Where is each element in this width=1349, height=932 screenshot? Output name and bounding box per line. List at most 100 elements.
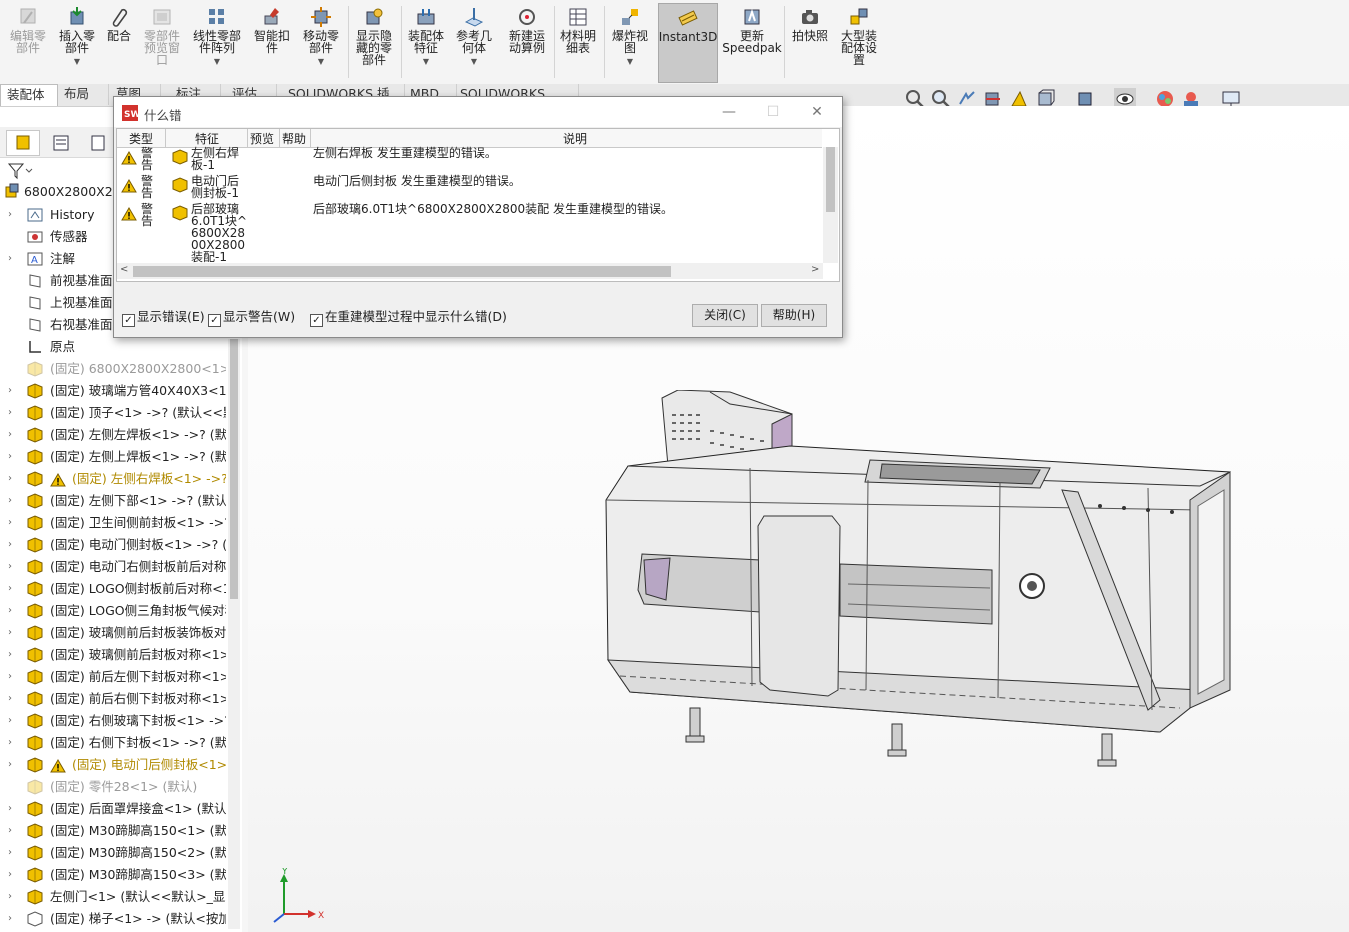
- expand-arrow-icon[interactable]: ›: [8, 842, 18, 864]
- column-divider[interactable]: [279, 129, 280, 147]
- edit-component-button[interactable]: 编辑零 部件: [6, 6, 50, 80]
- scrollbar-thumb[interactable]: [230, 339, 238, 599]
- chevron-down-icon[interactable]: ▼: [423, 56, 429, 68]
- close-button[interactable]: 关闭(C): [692, 304, 758, 327]
- tree-item[interactable]: › (固定) 顶子<1> ->? (默认<<默认: [0, 402, 226, 424]
- tree-scrollbar[interactable]: [228, 339, 240, 929]
- expand-arrow-icon[interactable]: ›: [8, 380, 18, 402]
- scroll-right-icon[interactable]: >: [811, 264, 819, 275]
- exploded-view-button[interactable]: 爆炸视 图 ▼: [606, 6, 654, 80]
- column-type[interactable]: 类型: [129, 130, 153, 147]
- show-hidden-components-button[interactable]: 显示隐 藏的零 部件: [351, 6, 397, 80]
- tree-item[interactable]: › (固定) 玻璃端方管40X40X3<1>: [0, 380, 226, 402]
- mate-button[interactable]: 配合: [102, 6, 136, 80]
- tree-item[interactable]: › (固定) 电动门侧封板<1> ->? (默: [0, 534, 226, 556]
- instant3d-button[interactable]: Instant3D: [658, 3, 718, 83]
- expand-arrow-icon[interactable]: ›: [8, 666, 18, 688]
- tree-item[interactable]: › (固定) 后面罩焊接盒<1> (默认<: [0, 798, 226, 820]
- expand-arrow-icon[interactable]: ›: [8, 754, 18, 776]
- update-speedpak-button[interactable]: 更新 Speedpak: [722, 6, 782, 80]
- expand-arrow-icon[interactable]: ›: [8, 710, 18, 732]
- expand-arrow-icon[interactable]: ›: [8, 556, 18, 578]
- tree-item[interactable]: › (固定) 玻璃侧前后封板装饰板对称: [0, 622, 226, 644]
- bom-button[interactable]: 材料明 细表: [556, 6, 600, 80]
- expand-arrow-icon[interactable]: ›: [8, 248, 18, 270]
- snapshot-button[interactable]: 拍快照: [787, 6, 833, 80]
- show-warnings-checkbox[interactable]: ✓ 显示警告(W): [208, 309, 295, 327]
- tree-item[interactable]: › (固定) 左侧右焊板<1> ->?: [0, 468, 226, 490]
- tree-item[interactable]: › (固定) 玻璃侧前后封板对称<1>: [0, 644, 226, 666]
- error-list-hscroll[interactable]: < >: [117, 263, 823, 279]
- expand-arrow-icon[interactable]: ›: [8, 798, 18, 820]
- expand-arrow-icon[interactable]: ›: [8, 512, 18, 534]
- tree-item[interactable]: (固定) 6800X2800X2800<1> (默: [0, 358, 226, 380]
- filter-icon[interactable]: [6, 161, 34, 181]
- expand-arrow-icon[interactable]: ›: [8, 600, 18, 622]
- column-divider[interactable]: [247, 129, 248, 147]
- tree-item[interactable]: › (固定) 左侧下部<1> ->? (默认<: [0, 490, 226, 512]
- column-divider[interactable]: [165, 129, 166, 147]
- tree-item[interactable]: › (固定) M30蹄脚高150<1> (默认: [0, 820, 226, 842]
- tab-assembly[interactable]: 装配体: [0, 84, 58, 106]
- expand-arrow-icon[interactable]: ›: [8, 468, 18, 490]
- move-component-button[interactable]: 移动零 部件 ▼: [298, 6, 344, 80]
- tree-item[interactable]: (固定) 零件28<1> (默认): [0, 776, 226, 798]
- column-divider[interactable]: [310, 129, 311, 147]
- insert-component-button[interactable]: 插入零 部件 ▼: [54, 6, 100, 80]
- chevron-down-icon[interactable]: ▼: [74, 56, 80, 68]
- show-errors-checkbox[interactable]: ✓ 显示错误(E): [122, 309, 205, 327]
- column-help[interactable]: 帮助: [282, 130, 306, 147]
- tree-item[interactable]: › (固定) 卫生间侧前封板<1> ->?: [0, 512, 226, 534]
- tree-item[interactable]: › 左侧门<1> (默认<<默认>_显示: [0, 886, 226, 908]
- tree-item[interactable]: › (固定) 右侧玻璃下封板<1> ->?: [0, 710, 226, 732]
- tree-item[interactable]: 原点: [0, 336, 226, 358]
- expand-arrow-icon[interactable]: ›: [8, 908, 18, 930]
- tree-item[interactable]: › (固定) 电动门右侧封板前后对称<: [0, 556, 226, 578]
- cabin-model[interactable]: [600, 390, 1240, 770]
- chevron-down-icon[interactable]: ▼: [214, 56, 220, 68]
- tree-item[interactable]: › (固定) 左侧上焊板<1> ->? (默认: [0, 446, 226, 468]
- tree-item[interactable]: › (固定) 左侧左焊板<1> ->? (默认: [0, 424, 226, 446]
- new-motion-study-button[interactable]: 新建运 动算例: [502, 6, 552, 80]
- close-icon[interactable]: ✕: [802, 102, 832, 122]
- expand-arrow-icon[interactable]: ›: [8, 490, 18, 512]
- tree-item[interactable]: › (固定) 电动门后侧封板<1>: [0, 754, 226, 776]
- scroll-left-icon[interactable]: <: [120, 264, 128, 275]
- expand-arrow-icon[interactable]: ›: [8, 622, 18, 644]
- scrollbar-thumb[interactable]: [826, 147, 835, 212]
- expand-arrow-icon[interactable]: ›: [8, 402, 18, 424]
- component-preview-button[interactable]: 零部件 预览窗 口: [138, 6, 186, 80]
- tree-item[interactable]: › (固定) LOGO侧三角封板气候对称: [0, 600, 226, 622]
- expand-arrow-icon[interactable]: ›: [8, 820, 18, 842]
- linear-pattern-button[interactable]: 线性零部 件阵列 ▼: [190, 6, 244, 80]
- column-feature[interactable]: 特征: [195, 130, 219, 147]
- tree-item[interactable]: › (固定) M30蹄脚高150<2> (默认: [0, 842, 226, 864]
- featuremanager-tab-icon[interactable]: [6, 130, 40, 156]
- expand-arrow-icon[interactable]: ›: [8, 578, 18, 600]
- expand-arrow-icon[interactable]: ›: [8, 204, 18, 226]
- tab-layout[interactable]: 布局: [58, 84, 109, 105]
- expand-arrow-icon[interactable]: ›: [8, 688, 18, 710]
- chevron-down-icon[interactable]: ▼: [627, 56, 633, 68]
- column-preview[interactable]: 预览: [250, 130, 274, 147]
- tree-item[interactable]: › (固定) 前后左侧下封板对称<1>: [0, 666, 226, 688]
- checkbox-checked-icon[interactable]: ✓: [310, 314, 323, 327]
- large-assembly-settings-button[interactable]: 大型装 配体设 置: [836, 6, 882, 80]
- expand-arrow-icon[interactable]: ›: [8, 424, 18, 446]
- error-row[interactable]: 警告 电动门后侧封板-1 电动门后侧封板 发生重建模型的错误。: [117, 175, 822, 203]
- configurationmanager-tab-icon[interactable]: [82, 130, 116, 156]
- chevron-down-icon[interactable]: ▼: [318, 56, 324, 68]
- help-button[interactable]: 帮助(H): [761, 304, 827, 327]
- scrollbar-thumb[interactable]: [133, 266, 671, 277]
- minimize-icon[interactable]: —: [714, 102, 744, 122]
- propertymanager-tab-icon[interactable]: [44, 130, 78, 156]
- column-description[interactable]: 说明: [563, 130, 587, 147]
- show-during-rebuild-checkbox[interactable]: ✓ 在重建模型过程中显示什么错(D): [310, 309, 507, 327]
- checkbox-checked-icon[interactable]: ✓: [208, 314, 221, 327]
- checkbox-checked-icon[interactable]: ✓: [122, 314, 135, 327]
- tree-item[interactable]: › (固定) 前后右侧下封板对称<1>: [0, 688, 226, 710]
- error-list-vscroll[interactable]: [823, 147, 838, 263]
- expand-arrow-icon[interactable]: ›: [8, 886, 18, 908]
- expand-arrow-icon[interactable]: ›: [8, 446, 18, 468]
- tree-item[interactable]: › (固定) LOGO侧封板前后对称<1>: [0, 578, 226, 600]
